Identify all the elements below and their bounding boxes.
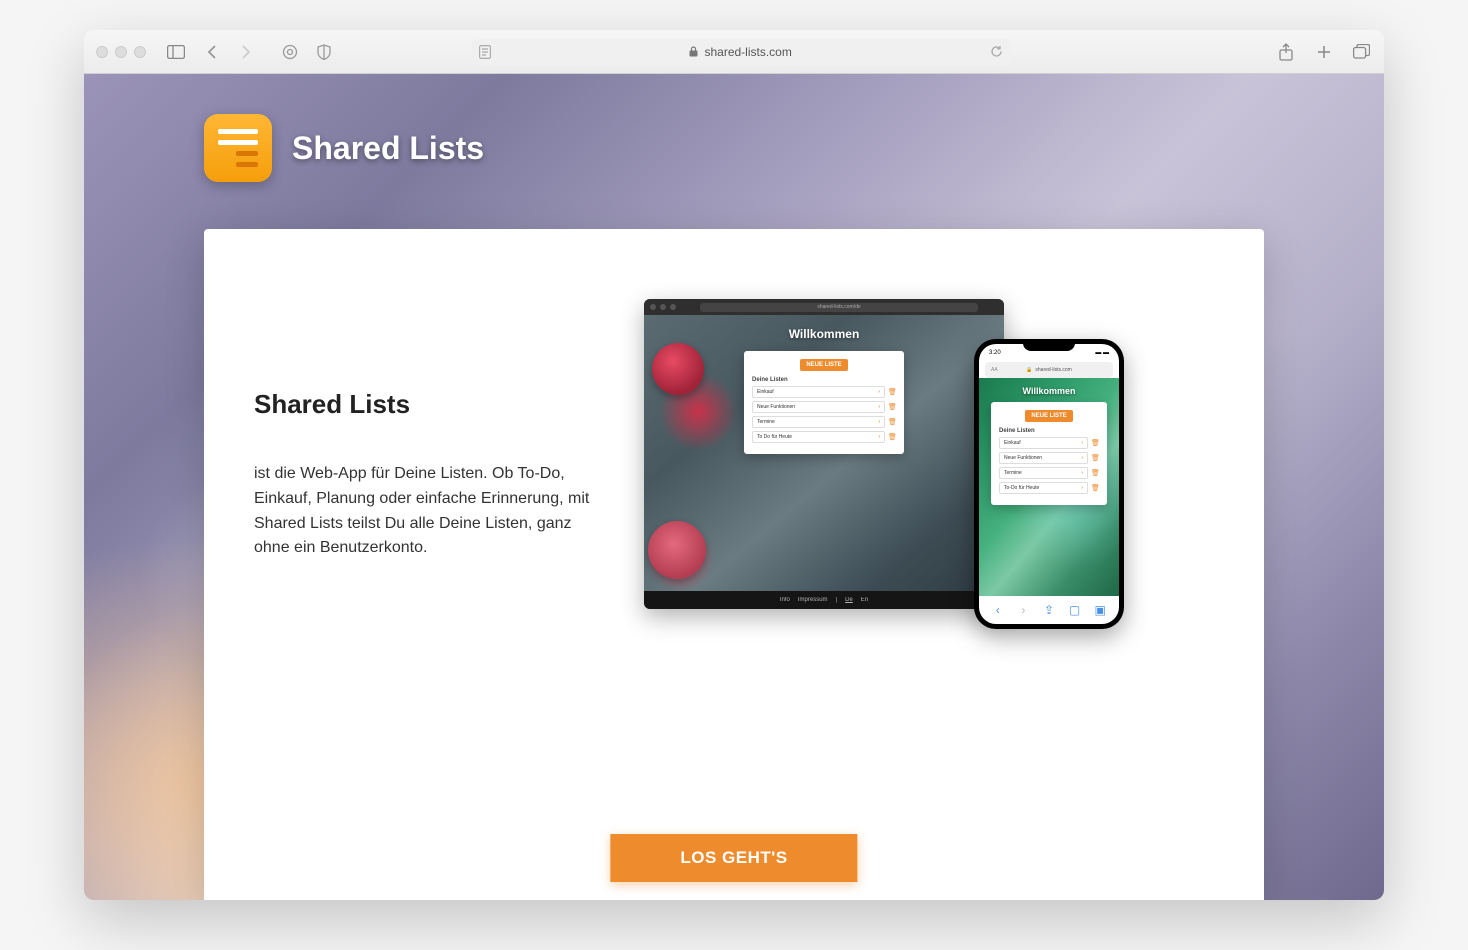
mock-list-item: To-Do für Heute: [1004, 485, 1039, 491]
mock-list-item: Neue Funktionen: [1004, 455, 1042, 461]
mock-desktop-footer: Info Impressum | De En: [644, 591, 1004, 609]
mock-list-item: Neue Funktionen: [757, 404, 795, 410]
back-button[interactable]: [202, 42, 222, 62]
mock-list-item: Einkauf: [1004, 440, 1021, 446]
page-content: Shared Lists Shared Lists ist die Web-Ap…: [84, 74, 1384, 900]
mock-list-item: Termine: [1004, 470, 1022, 476]
mock-phone-address: shared-lists.com: [1035, 367, 1071, 373]
mock-phone-toolbar: ‹ › ⇪ ▢ ▣: [979, 596, 1119, 624]
mock-desktop-address: shared-lists.com/de: [700, 303, 978, 312]
phone-tabs-icon: ▣: [1093, 603, 1107, 617]
phone-bookmarks-icon: ▢: [1068, 603, 1082, 617]
hero-card: Shared Lists ist die Web-App für Deine L…: [204, 229, 1264, 900]
share-icon[interactable]: [1276, 42, 1296, 62]
address-bar[interactable]: shared-lists.com: [471, 39, 1011, 65]
trash-icon: 🗑: [888, 433, 896, 441]
mock-phone-new-list: NEUE LISTE: [1025, 410, 1072, 422]
refresh-icon[interactable]: [990, 45, 1003, 58]
trash-icon: 🗑: [1091, 484, 1099, 492]
safari-toolbar: shared-lists.com: [84, 30, 1384, 74]
phone-share-icon: ⇪: [1042, 603, 1056, 617]
desktop-mockup: shared-lists.com/de Willkommen NEUE LIST…: [644, 299, 1004, 609]
new-tab-icon[interactable]: [1314, 42, 1334, 62]
forward-button[interactable]: [236, 42, 256, 62]
trash-icon: 🗑: [1091, 469, 1099, 477]
phone-mockup: 3:20 ▬ ▬ AA 🔒 shared-lists.com Willkomme…: [974, 339, 1124, 629]
shield-icon[interactable]: [314, 42, 334, 62]
safari-window: shared-lists.com Sh: [84, 30, 1384, 900]
mock-desktop-welcome: Willkommen: [789, 327, 860, 341]
reader-icon[interactable]: [479, 45, 491, 59]
brand-title: Shared Lists: [292, 130, 484, 167]
trash-icon: 🗑: [888, 403, 896, 411]
mock-footer-en: En: [861, 597, 868, 603]
mock-desktop-your-lists: Deine Listen: [752, 377, 896, 383]
lock-icon: [689, 46, 698, 57]
trash-icon: 🗑: [1091, 454, 1099, 462]
mock-phone-welcome: Willkommen: [1023, 386, 1076, 396]
mock-footer-info: Info: [780, 597, 790, 603]
mock-desktop-new-list: NEUE LISTE: [800, 359, 847, 371]
close-window-button[interactable]: [96, 46, 108, 58]
mock-list-item: Einkauf: [757, 389, 774, 395]
app-logo-icon: [204, 114, 272, 182]
product-mockups: shared-lists.com/de Willkommen NEUE LIST…: [644, 279, 1214, 900]
privacy-report-icon[interactable]: [280, 42, 300, 62]
url-text: shared-lists.com: [704, 45, 791, 59]
trash-icon: 🗑: [888, 388, 896, 396]
zoom-window-button[interactable]: [134, 46, 146, 58]
card-heading: Shared Lists: [254, 389, 594, 420]
mock-footer-impressum: Impressum: [798, 597, 828, 603]
trash-icon: 🗑: [888, 418, 896, 426]
mock-footer-de: De: [845, 597, 853, 603]
mock-phone-your-lists: Deine Listen: [999, 428, 1099, 434]
cta-button[interactable]: LOS GEHT'S: [610, 834, 857, 882]
brand-header: Shared Lists: [204, 114, 484, 182]
tabs-overview-icon[interactable]: [1352, 42, 1372, 62]
minimize-window-button[interactable]: [115, 46, 127, 58]
window-controls: [96, 46, 146, 58]
mock-phone-time: 3:20: [989, 350, 1001, 356]
phone-back-icon: ‹: [991, 603, 1005, 617]
phone-forward-icon: ›: [1016, 603, 1030, 617]
trash-icon: 🗑: [1091, 439, 1099, 447]
sidebar-toggle-icon[interactable]: [166, 42, 186, 62]
mock-list-item: To Do für Heute: [757, 434, 792, 440]
mock-list-item: Termine: [757, 419, 775, 425]
card-description: ist die Web-App für Deine Listen. Ob To-…: [254, 462, 594, 561]
